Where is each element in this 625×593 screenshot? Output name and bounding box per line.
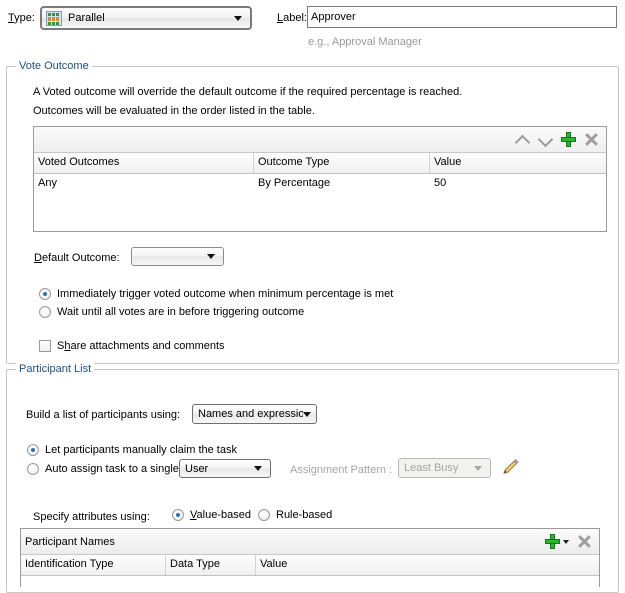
radio-button-icon [27, 463, 39, 475]
participant-names-toolbar: Participant Names [21, 529, 599, 555]
chevron-down-icon [474, 465, 482, 471]
assignment-pattern-label: Assignment Pattern : [290, 464, 393, 476]
column-header-value: Value [260, 558, 288, 570]
column-header-voted-outcomes: Voted Outcomes [34, 153, 254, 173]
radio-button-icon [258, 509, 270, 521]
vote-outcome-description-1: A Voted outcome will override the defaul… [33, 86, 463, 98]
column-header-outcome-type: Outcome Type [254, 153, 430, 173]
participant-names-tools [545, 534, 599, 549]
radio-button-icon [27, 444, 39, 456]
radio-value-based-label: Value-based [190, 509, 251, 521]
radio-auto-assign-label: Auto assign task to a single [45, 463, 179, 475]
parallel-participants-icon [46, 11, 62, 26]
header-row: Type: Parallel Label: e.g., Approval Man… [0, 0, 625, 52]
build-list-label: Build a list of participants using: [26, 409, 181, 421]
cross-icon[interactable] [584, 132, 599, 147]
radio-rule-based[interactable]: Rule-based [258, 509, 332, 521]
label-label: Label: [277, 12, 307, 24]
chevron-down-icon [207, 254, 215, 259]
assignment-pattern-combobox: Least Busy [398, 458, 491, 478]
column-header-identification-type: Identification Type [21, 555, 166, 575]
build-list-combobox[interactable]: Names and expressions [192, 404, 317, 424]
share-attachments-label: Share attachments and comments [57, 340, 225, 352]
default-outcome-combobox[interactable] [131, 247, 224, 266]
type-combobox-value: Parallel [68, 12, 105, 24]
radio-value-based[interactable]: Value-based [172, 509, 251, 521]
cell-outcome-type: By Percentage [258, 177, 331, 189]
radio-manual-claim-label: Let participants manually claim the task [45, 444, 237, 456]
checkbox-icon [39, 340, 51, 352]
radio-auto-assign[interactable]: Auto assign task to a single [27, 463, 179, 475]
vote-outcome-table-tools [515, 132, 606, 147]
share-attachments-checkbox[interactable]: Share attachments and comments [39, 340, 225, 352]
cross-icon[interactable] [577, 534, 592, 549]
label-input[interactable] [307, 6, 617, 28]
chevron-down-icon[interactable] [538, 132, 553, 147]
radio-manual-claim[interactable]: Let participants manually claim the task [27, 444, 237, 456]
participant-names-table: Participant Names Identification Type Da… [20, 528, 600, 587]
auto-assign-target-value: User [185, 462, 209, 475]
auto-assign-target-combobox[interactable]: User [179, 459, 271, 478]
radio-wait-all-votes-label: Wait until all votes are in before trigg… [57, 306, 305, 318]
radio-wait-all-votes[interactable]: Wait until all votes are in before trigg… [39, 306, 304, 318]
vote-outcome-table: Voted Outcomes Outcome Type Value Any By… [33, 126, 607, 232]
participant-list-legend: Participant List [16, 363, 95, 375]
plus-dropdown-icon[interactable] [545, 534, 560, 549]
cell-voted-outcome: Any [38, 177, 57, 189]
chevron-down-icon [254, 466, 262, 471]
label-hint-text: e.g., Approval Manager [308, 36, 422, 48]
radio-immediate-trigger[interactable]: Immediately trigger voted outcome when m… [39, 288, 393, 300]
radio-button-icon [39, 288, 51, 300]
chevron-down-icon [234, 15, 242, 21]
column-header-value: Value [434, 156, 462, 168]
radio-rule-based-label: Rule-based [276, 509, 333, 521]
vote-outcome-table-toolbar [34, 127, 606, 153]
radio-button-icon [39, 306, 51, 318]
chevron-down-icon [303, 411, 311, 417]
cell-value: 50 [434, 177, 447, 189]
table-row[interactable]: Any By Percentage 50 [34, 174, 606, 194]
type-label: Type: [8, 12, 35, 24]
radio-immediate-trigger-label: Immediately trigger voted outcome when m… [57, 288, 394, 300]
vote-outcome-description-2: Outcomes will be evaluated in the order … [33, 105, 315, 117]
participant-names-header: Identification Type Data Type Value [21, 555, 599, 576]
chevron-down-icon[interactable] [563, 539, 569, 544]
assignment-pattern-value: Least Busy [404, 462, 459, 474]
participant-names-title: Participant Names [25, 535, 115, 548]
type-combobox[interactable]: Parallel [40, 6, 252, 30]
vote-outcome-table-header: Voted Outcomes Outcome Type Value [34, 153, 606, 174]
specify-attributes-label: Specify attributes using: [33, 511, 150, 523]
radio-button-icon [172, 509, 184, 521]
vote-outcome-legend: Vote Outcome [16, 60, 92, 72]
default-outcome-label: Default Outcome: [34, 252, 120, 264]
column-header-data-type: Data Type [166, 555, 256, 575]
plus-icon[interactable] [561, 132, 576, 147]
chevron-up-icon[interactable] [515, 132, 530, 147]
build-list-value: Names and expressions [198, 408, 303, 420]
pencil-icon[interactable] [502, 458, 520, 476]
